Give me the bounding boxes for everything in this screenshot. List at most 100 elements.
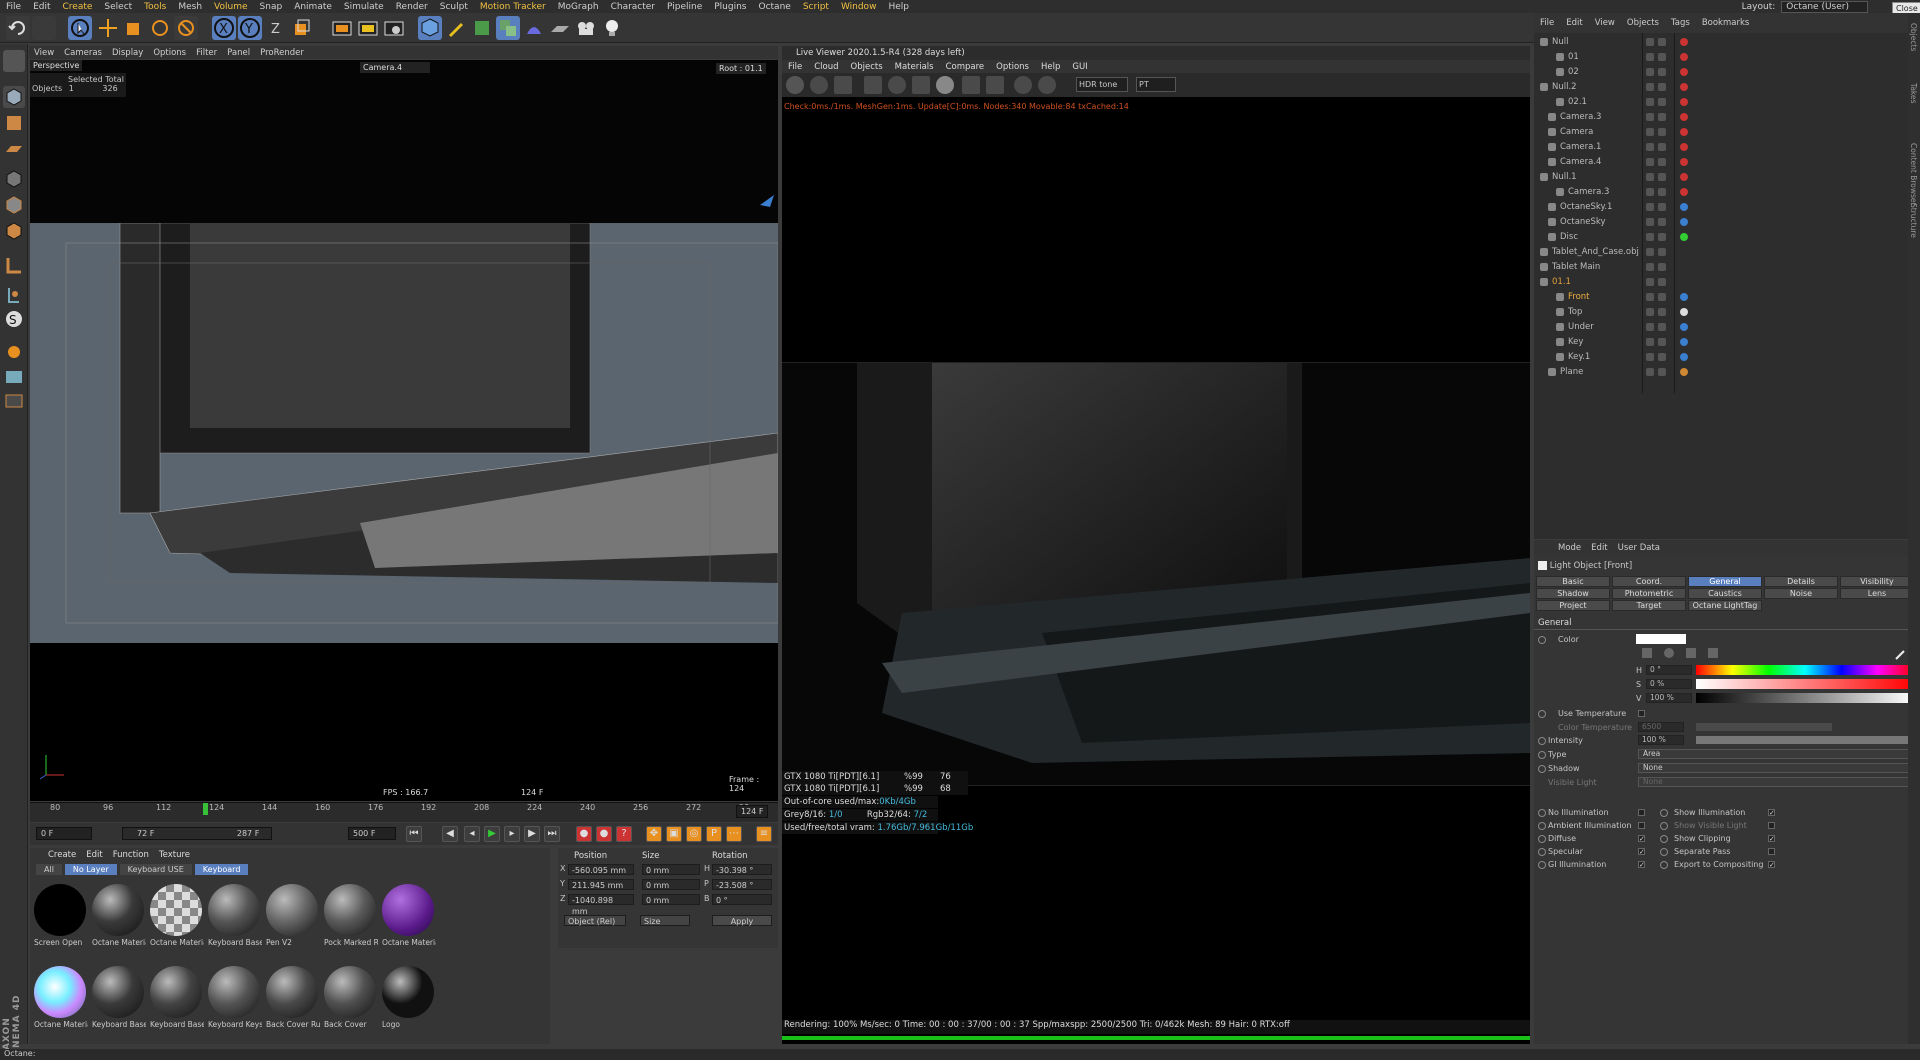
- workplane-icon[interactable]: [3, 138, 25, 160]
- side-tab[interactable]: Objects: [1909, 23, 1918, 51]
- menu-volume[interactable]: Volume: [208, 2, 253, 12]
- material-menu-create[interactable]: Create: [48, 850, 76, 860]
- visibility-icon[interactable]: [1646, 368, 1654, 376]
- camera-icon[interactable]: [574, 16, 598, 40]
- object-tag-icon[interactable]: [1680, 98, 1688, 106]
- intensity-radio[interactable]: [1538, 737, 1546, 745]
- type-dropdown[interactable]: Area: [1638, 749, 1914, 759]
- object-row[interactable]: Camera.1: [1534, 140, 1920, 155]
- rotation-field[interactable]: 0 °: [712, 894, 772, 905]
- perspective-viewport[interactable]: Perspective Camera.4 Root : 01.1 Selecte…: [30, 60, 778, 801]
- material-layer-tab[interactable]: All: [36, 864, 62, 875]
- object-tag-icon[interactable]: [1680, 173, 1688, 181]
- lv-menu-help[interactable]: Help: [1035, 62, 1066, 72]
- grid-snap-icon[interactable]: [3, 366, 25, 388]
- menu-character[interactable]: Character: [605, 2, 661, 12]
- layout-dropdown[interactable]: Octane (User): [1781, 0, 1868, 13]
- render-picture-viewer-icon[interactable]: [356, 16, 380, 40]
- right-checkbox[interactable]: ✓: [1768, 835, 1775, 843]
- value-slider[interactable]: [1696, 693, 1914, 703]
- attribute-tab[interactable]: Target: [1612, 600, 1686, 611]
- right-check-radio[interactable]: [1660, 848, 1668, 856]
- render-visibility-icon[interactable]: [1658, 158, 1666, 166]
- coordinate-system-icon[interactable]: [290, 16, 314, 40]
- left-check-radio[interactable]: [1538, 809, 1546, 817]
- timeline-playhead[interactable]: [203, 803, 208, 815]
- floor-icon[interactable]: [548, 16, 572, 40]
- x-axis-icon[interactable]: X: [212, 16, 236, 40]
- timeline-window-icon[interactable]: ≡: [756, 826, 772, 842]
- color-anim-radio[interactable]: [1538, 636, 1546, 644]
- right-check-radio[interactable]: [1660, 835, 1668, 843]
- render-view-icon[interactable]: [330, 16, 354, 40]
- lv-menu-objects[interactable]: Objects: [845, 62, 889, 72]
- hue-field[interactable]: 0 °: [1646, 665, 1692, 675]
- object-row[interactable]: 02.1: [1534, 95, 1920, 110]
- render-visibility-icon[interactable]: [1658, 353, 1666, 361]
- attribute-tab[interactable]: Caustics: [1688, 588, 1762, 599]
- object-tag-icon[interactable]: [1680, 368, 1688, 376]
- object-row[interactable]: Key: [1534, 335, 1920, 350]
- render-visibility-icon[interactable]: [1658, 218, 1666, 226]
- render-visibility-icon[interactable]: [1658, 233, 1666, 241]
- left-check-radio[interactable]: [1538, 861, 1546, 869]
- right-check-radio[interactable]: [1660, 822, 1668, 830]
- side-tab[interactable]: Structure: [1909, 203, 1918, 238]
- use-temperature-checkbox[interactable]: [1638, 710, 1645, 717]
- previous-frame-icon[interactable]: ◂: [464, 826, 480, 842]
- menu-plugins[interactable]: Plugins: [708, 2, 752, 12]
- object-tag-icon[interactable]: [1680, 83, 1688, 91]
- parameter-key-icon[interactable]: P: [706, 826, 722, 842]
- polygons-mode-icon[interactable]: [3, 220, 25, 242]
- tonemap-dropdown[interactable]: HDR tone: [1076, 77, 1128, 92]
- use-temp-radio[interactable]: [1538, 710, 1546, 718]
- viewport-menu-cameras[interactable]: Cameras: [59, 48, 107, 58]
- render-region-icon[interactable]: [864, 76, 882, 94]
- object-row[interactable]: Front: [1534, 290, 1920, 305]
- render-visibility-icon[interactable]: [1658, 83, 1666, 91]
- layout-selector[interactable]: Layout: Octane (User): [1742, 0, 1868, 13]
- menu-simulate[interactable]: Simulate: [338, 2, 390, 12]
- object-tag-icon[interactable]: [1680, 53, 1688, 61]
- side-tab[interactable]: Content Browser: [1909, 143, 1918, 206]
- object-menu-bookmarks[interactable]: Bookmarks: [1696, 18, 1756, 28]
- go-to-end-icon[interactable]: ⏭: [544, 826, 560, 842]
- render-visibility-icon[interactable]: [1658, 188, 1666, 196]
- attribute-tab[interactable]: Shadow: [1536, 588, 1610, 599]
- material-item[interactable]: Octane Material: [148, 882, 204, 962]
- viewport-menu-display[interactable]: Display: [107, 48, 148, 58]
- left-checkbox[interactable]: [1638, 822, 1645, 829]
- object-row[interactable]: Camera.3: [1534, 110, 1920, 125]
- visible-light-dropdown[interactable]: None: [1638, 777, 1914, 787]
- saturation-field[interactable]: 0 %: [1646, 679, 1692, 689]
- attribute-menu-mode[interactable]: Mode: [1558, 543, 1581, 553]
- settings-icon[interactable]: [888, 76, 906, 94]
- menu-help[interactable]: Help: [882, 2, 915, 12]
- size-field[interactable]: 0 mm: [642, 879, 700, 890]
- position-field[interactable]: -560.095 mm: [568, 864, 634, 875]
- rotate-tool-icon[interactable]: [148, 16, 172, 40]
- spectrum-icon[interactable]: [1664, 648, 1674, 658]
- material-item[interactable]: Logo: [380, 964, 436, 1044]
- keyframe-selection-icon[interactable]: ?: [616, 826, 632, 842]
- move-tool-icon[interactable]: [96, 16, 120, 40]
- viewport-menu-prorender[interactable]: ProRender: [255, 48, 309, 58]
- render-visibility-icon[interactable]: [1658, 128, 1666, 136]
- texture-mode-icon[interactable]: [3, 112, 25, 134]
- object-row[interactable]: Null.1: [1534, 170, 1920, 185]
- attribute-menu-edit[interactable]: Edit: [1591, 543, 1607, 553]
- render-visibility-icon[interactable]: [1658, 278, 1666, 286]
- material-item[interactable]: Octane Material: [380, 882, 436, 962]
- menu-render[interactable]: Render: [390, 2, 434, 12]
- object-tag-icon[interactable]: [1680, 233, 1688, 241]
- menu-pipeline[interactable]: Pipeline: [661, 2, 708, 12]
- image-icon[interactable]: [1686, 648, 1696, 658]
- object-row[interactable]: Tablet_And_Case.obj: [1534, 245, 1920, 260]
- visibility-icon[interactable]: [1646, 278, 1654, 286]
- object-row[interactable]: Null.2: [1534, 80, 1920, 95]
- color-swatch[interactable]: [1636, 634, 1686, 644]
- render-visibility-icon[interactable]: [1658, 293, 1666, 301]
- restart-render-icon[interactable]: [810, 76, 828, 94]
- lv-menu-cloud[interactable]: Cloud: [808, 62, 844, 72]
- attribute-tab[interactable]: Photometric: [1612, 588, 1686, 599]
